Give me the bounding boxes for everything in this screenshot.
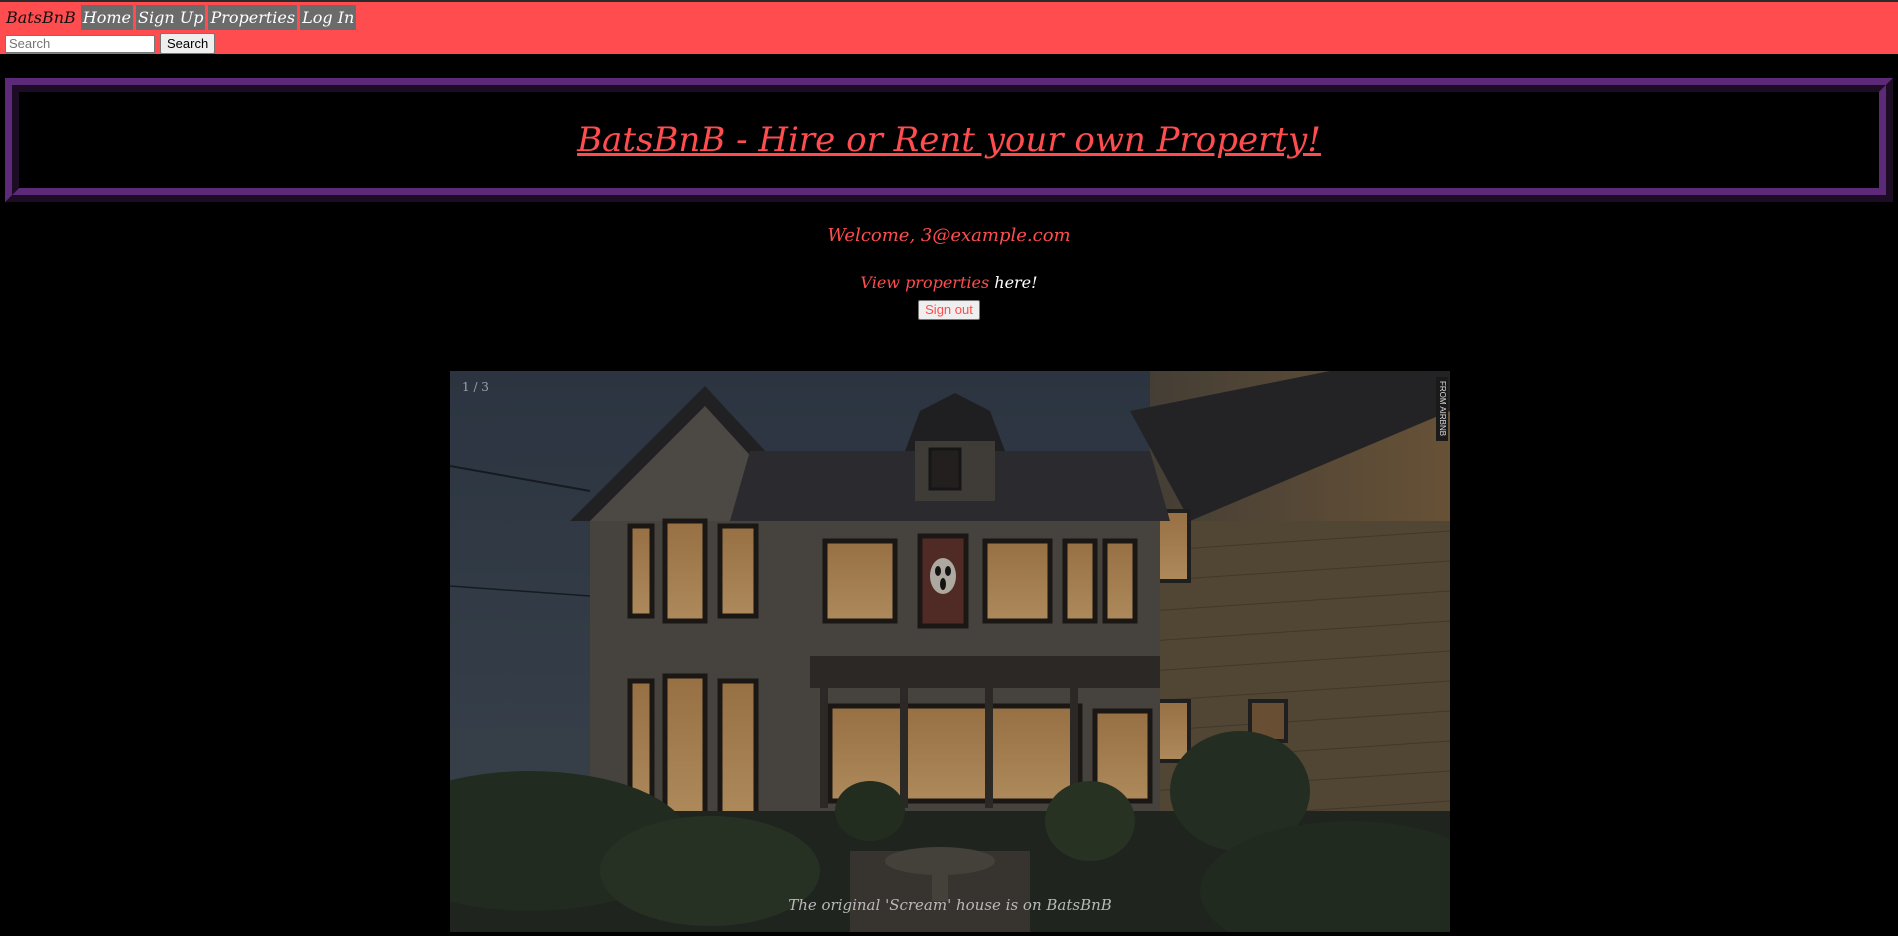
brand-link[interactable]: BatsBnB <box>4 5 78 30</box>
nav-log-in[interactable]: Log In <box>300 5 357 30</box>
view-properties-suffix: here! <box>989 273 1038 292</box>
hero-title-link[interactable]: BatsBnB - Hire or Rent your own Property… <box>577 120 1321 160</box>
search-form: Search <box>5 33 216 54</box>
nav-sign-up[interactable]: Sign Up <box>136 5 206 30</box>
nav-home[interactable]: Home <box>80 5 133 30</box>
photo-credit: FROM AIRBNB <box>1436 377 1448 441</box>
slide-caption: The original 'Scream' house is on BatsBn… <box>788 896 1112 914</box>
slideshow[interactable]: 1 / 3 FROM AIRBNB The original 'Scream' … <box>450 371 1450 932</box>
hero-banner: BatsBnB - Hire or Rent your own Property… <box>5 78 1893 202</box>
signout-container: Sign out <box>0 299 1898 320</box>
house-photo <box>450 371 1450 932</box>
top-navbar: BatsBnB Home Sign Up Properties Log In S… <box>0 0 1898 54</box>
nav-properties[interactable]: Properties <box>208 5 298 30</box>
sign-out-button[interactable]: Sign out <box>918 299 980 320</box>
view-properties-link[interactable]: View properties <box>860 273 989 292</box>
search-input[interactable] <box>5 34 155 53</box>
search-button[interactable]: Search <box>160 33 216 54</box>
welcome-message: Welcome, 3@example.com <box>827 225 1071 246</box>
view-properties-line: View properties here! <box>0 273 1898 292</box>
slide-counter: 1 / 3 <box>462 380 489 394</box>
nav-links: BatsBnB Home Sign Up Properties Log In <box>4 5 357 30</box>
